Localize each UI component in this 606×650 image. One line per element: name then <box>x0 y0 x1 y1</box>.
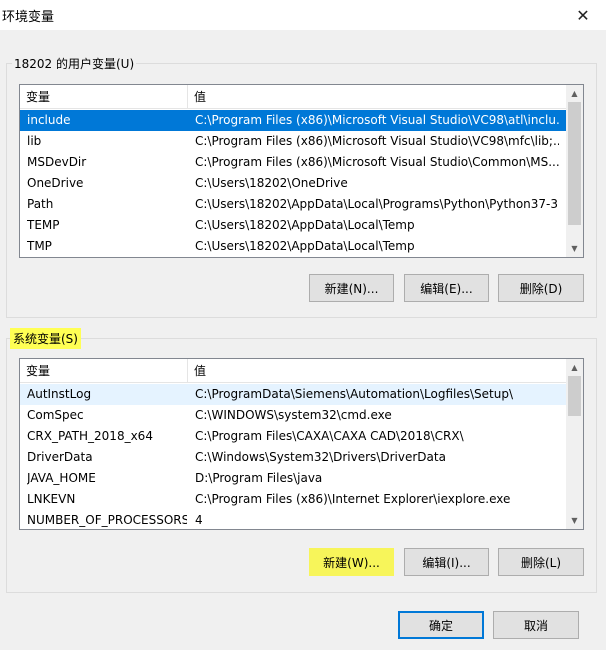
table-row[interactable]: ComSpec C:\WINDOWS\system32\cmd.exe <box>20 405 566 426</box>
table-row[interactable]: MSDevDir C:\Program Files (x86)\Microsoft… <box>20 152 566 173</box>
table-row[interactable]: AutInstLog C:\ProgramData\Siemens\Automat… <box>20 384 566 405</box>
table-row[interactable]: lib C:\Program Files (x86)\Microsoft Visu… <box>20 131 566 152</box>
table-row[interactable]: JAVA_HOME D:\Program Files\java <box>20 468 566 489</box>
table-row[interactable]: NUMBER_OF_PROCESSORS 4 <box>20 510 566 529</box>
system-vars-rows: AutInstLog C:\ProgramData\Siemens\Automat… <box>20 384 566 529</box>
variable-value-cell: C:\Program Files (x86)\Microsoft Visual … <box>195 113 559 127</box>
variable-name-cell: lib <box>27 134 42 148</box>
scroll-thumb[interactable] <box>568 102 581 225</box>
user-edit-button[interactable]: 编辑(E)... <box>404 274 489 302</box>
variable-value-cell: C:\WINDOWS\system32\cmd.exe <box>195 408 392 422</box>
variable-name-cell: AutInstLog <box>27 387 92 401</box>
variable-name-cell: NUMBER_OF_PROCESSORS <box>27 513 187 527</box>
system-new-button[interactable]: 新建(W)... <box>309 548 394 576</box>
user-vars-list[interactable]: 变量 值 include C:\Program Files (x86)\Micro… <box>19 84 584 258</box>
variable-name-cell: include <box>27 113 71 127</box>
scroll-up-icon[interactable]: ▲ <box>566 85 583 102</box>
variable-value-cell: C:\Users\18202\AppData\Local\Programs\Py… <box>195 197 559 211</box>
variable-name-cell: LNKEVN <box>27 492 76 506</box>
user-delete-button[interactable]: 删除(D) <box>498 274 584 302</box>
table-row[interactable]: TMP C:\Users\18202\AppData\Local\Temp <box>20 236 566 257</box>
table-row[interactable]: LNKEVN C:\Program Files (x86)\Internet Ex… <box>20 489 566 510</box>
column-header-value[interactable]: 值 <box>188 359 568 383</box>
variable-name-cell: Path <box>27 197 54 211</box>
column-header-variable[interactable]: 变量 <box>20 359 188 383</box>
variable-value-cell: C:\ProgramData\Siemens\Automation\Logfil… <box>195 387 514 401</box>
variable-name-cell: JAVA_HOME <box>27 471 96 485</box>
table-row[interactable]: include C:\Program Files (x86)\Microsoft … <box>20 110 566 131</box>
variable-name-cell: MSDevDir <box>27 155 87 169</box>
user-vars-scrollbar[interactable]: ▲ ▼ <box>566 85 583 257</box>
system-delete-button[interactable]: 删除(L) <box>498 548 584 576</box>
variable-name-cell: OneDrive <box>27 176 84 190</box>
variable-value-cell: C:\Windows\System32\Drivers\DriverData <box>195 450 446 464</box>
table-row[interactable]: DriverData C:\Windows\System32\Drivers\Dr… <box>20 447 566 468</box>
system-vars-scrollbar[interactable]: ▲ ▼ <box>566 359 583 529</box>
table-row[interactable]: CRX_PATH_2018_x64 C:\Program Files\CAXA\C… <box>20 426 566 447</box>
variable-name-cell: TEMP <box>27 218 60 232</box>
variable-value-cell: C:\Program Files (x86)\Microsoft Visual … <box>195 134 559 148</box>
variable-value-cell: 4 <box>195 513 203 527</box>
table-row[interactable]: Path C:\Users\18202\AppData\Local\Program… <box>20 194 566 215</box>
list-header: 变量 值 <box>20 359 566 383</box>
cancel-button[interactable]: 取消 <box>493 611 579 639</box>
system-vars-list[interactable]: 变量 值 AutInstLog C:\ProgramData\Siemens\Au… <box>19 358 584 530</box>
variable-name-cell: DriverData <box>27 450 93 464</box>
column-header-variable[interactable]: 变量 <box>20 85 188 109</box>
variable-value-cell: C:\Users\18202\AppData\Local\Temp <box>195 239 415 253</box>
variable-name-cell: ComSpec <box>27 408 84 422</box>
system-vars-group-label: 系统变量(S) <box>10 328 81 349</box>
column-header-value[interactable]: 值 <box>188 85 568 109</box>
user-vars-rows: include C:\Program Files (x86)\Microsoft … <box>20 110 566 257</box>
table-row[interactable]: TEMP C:\Users\18202\AppData\Local\Temp <box>20 215 566 236</box>
ok-button[interactable]: 确定 <box>398 611 484 639</box>
user-vars-group-label: 18202 的用户变量(U) <box>12 55 137 72</box>
scroll-down-icon[interactable]: ▼ <box>566 240 583 257</box>
variable-value-cell: C:\Program Files (x86)\Internet Explorer… <box>195 492 511 506</box>
scroll-thumb[interactable] <box>568 376 581 416</box>
title-bar: 环境变量 ✕ <box>0 0 606 30</box>
variable-value-cell: C:\Users\18202\OneDrive <box>195 176 348 190</box>
window-title: 环境变量 <box>2 10 55 25</box>
list-header: 变量 值 <box>20 85 566 109</box>
variable-value-cell: C:\Program Files (x86)\Microsoft Visual … <box>195 155 559 169</box>
close-icon[interactable]: ✕ <box>560 0 606 30</box>
table-row[interactable]: OneDrive C:\Users\18202\OneDrive <box>20 173 566 194</box>
scroll-up-icon[interactable]: ▲ <box>566 359 583 376</box>
user-new-button[interactable]: 新建(N)... <box>309 274 394 302</box>
scroll-down-icon[interactable]: ▼ <box>566 512 583 529</box>
variable-value-cell: D:\Program Files\java <box>195 471 323 485</box>
system-edit-button[interactable]: 编辑(I)... <box>404 548 489 576</box>
variable-name-cell: TMP <box>27 239 52 253</box>
variable-name-cell: CRX_PATH_2018_x64 <box>27 429 153 443</box>
variable-value-cell: C:\Program Files\CAXA\CAXA CAD\2018\CRX\ <box>195 429 464 443</box>
variable-value-cell: C:\Users\18202\AppData\Local\Temp <box>195 218 415 232</box>
